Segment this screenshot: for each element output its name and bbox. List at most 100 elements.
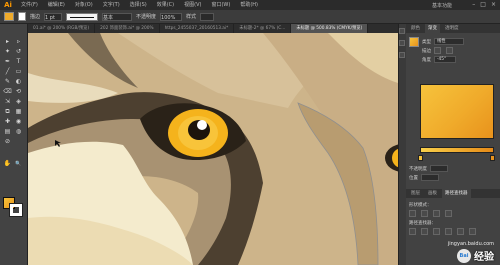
stroke-gradient-within-icon[interactable] — [434, 47, 441, 54]
pen-tool-icon[interactable]: ✒ — [3, 58, 12, 66]
tab-transparency[interactable]: 透明度 — [442, 24, 462, 33]
stroke-row: 描边 — [406, 46, 500, 55]
tab-document-active[interactable]: 未标题 @ 500.83% (CMYK/预览) — [291, 24, 369, 33]
lasso-tool-icon[interactable]: ↺ — [14, 48, 23, 56]
rotate-tool-icon[interactable]: ⟲ — [14, 88, 23, 96]
width-tool-icon[interactable]: ◈ — [14, 98, 23, 106]
eyedropper-tool-icon[interactable]: ▤ — [3, 128, 12, 136]
gradient-slider[interactable] — [420, 147, 494, 153]
scale-tool-icon[interactable]: ⇲ — [3, 98, 12, 106]
mesh-tool-icon[interactable]: ✚ — [3, 118, 12, 126]
menu-effect[interactable]: 效果(C) — [152, 0, 179, 10]
menu-view[interactable]: 视图(V) — [179, 0, 206, 10]
direct-selection-tool-icon[interactable]: ▹ — [14, 38, 23, 46]
workspace-switcher[interactable]: 基本功能 — [432, 2, 452, 9]
panel-location-field[interactable] — [421, 174, 439, 181]
panel-location-label: 位置 — [409, 175, 418, 181]
maximize-icon[interactable]: □ — [480, 1, 486, 8]
document-tabs: 01.ai* @ 200% (RGB/预览) 202 饰面装饰.ai* @ 20… — [28, 24, 398, 33]
tab-document-4[interactable]: 未标题-2* @ 67% (C... — [234, 24, 292, 33]
artboard-canvas[interactable] — [28, 33, 398, 265]
gradient-type-select[interactable]: 线性 — [434, 38, 464, 45]
angle-field[interactable]: -45° — [434, 56, 456, 63]
control-bar: 描边 1 pt 基本 不透明度 100% 样式 — [0, 10, 500, 24]
menu-type[interactable]: 文字(T) — [98, 0, 125, 10]
tab-pathfinder[interactable]: 路径查找器 — [442, 189, 471, 198]
symbol-sprayer-tool-icon[interactable]: ⊘ — [3, 138, 12, 146]
tab-document-2[interactable]: 202 饰面装饰.ai* @ 200% — [95, 24, 160, 33]
gradient-stop-right[interactable] — [490, 155, 495, 161]
gradient-thumbnail[interactable] — [409, 36, 419, 47]
gradient-stop-left[interactable] — [418, 155, 423, 161]
gradient-stop-options: 不透明度 位置 — [406, 164, 500, 182]
magic-wand-tool-icon[interactable]: ✦ — [3, 48, 12, 56]
brushes-panel-icon[interactable] — [399, 52, 405, 58]
variable-width-profile[interactable] — [66, 12, 99, 21]
tab-layers[interactable]: 图层 — [408, 189, 423, 198]
watermark-url: jingyan.baidu.com — [447, 241, 494, 247]
blob-brush-tool-icon[interactable]: ◐ — [14, 78, 23, 86]
blend-tool-icon[interactable]: ◍ — [14, 128, 23, 136]
divide-button-icon[interactable] — [409, 228, 416, 235]
merge-button-icon[interactable] — [433, 228, 440, 235]
close-icon[interactable]: × — [491, 1, 496, 8]
toolbox: ▸ ▹ ✦ ↺ ✒ T ╱ ▭ ✎ ◐ ⌫ ⟲ ⇲ ◈ ⧉ ▦ ✚ ◉ ▤ ◍ … — [0, 24, 28, 265]
swatches-panel-icon[interactable] — [399, 40, 405, 46]
opacity-label: 不透明度 — [136, 14, 157, 20]
pathfinder-buttons — [406, 227, 500, 236]
pathfinder-row: 路径查找器： — [406, 218, 500, 227]
angle-label: 角度 — [422, 57, 431, 63]
panel-opacity-field[interactable] — [430, 165, 448, 172]
fill-color-swatch[interactable] — [4, 12, 14, 21]
intersect-button-icon[interactable] — [433, 210, 440, 217]
line-tool-icon[interactable]: ╱ — [3, 68, 12, 76]
toolbox-stroke-swatch[interactable] — [9, 203, 23, 217]
stroke-label: 描边 — [30, 14, 41, 20]
shape-mode-buttons — [406, 209, 500, 218]
minus-front-button-icon[interactable] — [421, 210, 428, 217]
menu-help[interactable]: 帮助(H) — [235, 0, 263, 10]
tab-artboards[interactable]: 画板 — [425, 189, 440, 198]
stroke-gradient-along-icon[interactable] — [446, 47, 453, 54]
menu-object[interactable]: 对象(O) — [70, 0, 98, 10]
shape-mode-row: 形状模式： — [406, 200, 500, 209]
trim-button-icon[interactable] — [421, 228, 428, 235]
eraser-tool-icon[interactable]: ⌫ — [3, 88, 12, 96]
tab-color[interactable]: 颜色 — [408, 24, 423, 33]
gradient-preview — [420, 84, 494, 139]
menu-file[interactable]: 文件(F) — [16, 0, 43, 10]
menu-window[interactable]: 窗口(W) — [206, 0, 235, 10]
menu-select[interactable]: 选择(S) — [125, 0, 152, 10]
crop-button-icon[interactable] — [445, 228, 452, 235]
tab-gradient[interactable]: 渐变 — [425, 24, 440, 33]
opacity-field[interactable]: 100% — [160, 12, 183, 21]
panel-opacity-label: 不透明度 — [409, 166, 427, 172]
minus-back-button-icon[interactable] — [469, 228, 476, 235]
gradient-tool-icon[interactable]: ◉ — [14, 118, 23, 126]
exclude-button-icon[interactable] — [445, 210, 452, 217]
brush-definition[interactable]: 基本 — [102, 12, 133, 21]
selection-tool-icon[interactable]: ▸ — [3, 38, 12, 46]
tab-document-1[interactable]: 01.ai* @ 200% (RGB/预览) — [28, 24, 96, 33]
color-panel-icon[interactable] — [399, 28, 405, 34]
outline-button-icon[interactable] — [457, 228, 464, 235]
free-transform-tool-icon[interactable]: ⧉ — [3, 108, 12, 116]
watermark-text: 经验 — [474, 252, 494, 263]
rectangle-tool-icon[interactable]: ▭ — [14, 68, 23, 76]
stroke-color-swatch[interactable] — [18, 12, 26, 21]
stroke-weight-field[interactable]: 1 pt — [44, 12, 63, 21]
panel-icon-strip — [398, 24, 406, 265]
style-picker[interactable] — [200, 12, 215, 21]
window-controls: – □ × — [472, 1, 496, 8]
tiger-eye-artwork — [28, 33, 398, 265]
hand-tool-icon[interactable]: ✋ — [3, 160, 12, 168]
type-tool-icon[interactable]: T — [14, 58, 23, 66]
shape-builder-tool-icon[interactable]: ▦ — [14, 108, 23, 116]
tab-document-3[interactable]: https_2455037_20160513.ai* — [160, 24, 235, 33]
opacity-row: 不透明度 — [406, 164, 500, 173]
minimize-icon[interactable]: – — [472, 1, 475, 8]
pencil-tool-icon[interactable]: ✎ — [3, 78, 12, 86]
menu-edit[interactable]: 编辑(E) — [43, 0, 70, 10]
unite-button-icon[interactable] — [409, 210, 416, 217]
zoom-tool-icon[interactable]: 🔍 — [14, 160, 23, 168]
